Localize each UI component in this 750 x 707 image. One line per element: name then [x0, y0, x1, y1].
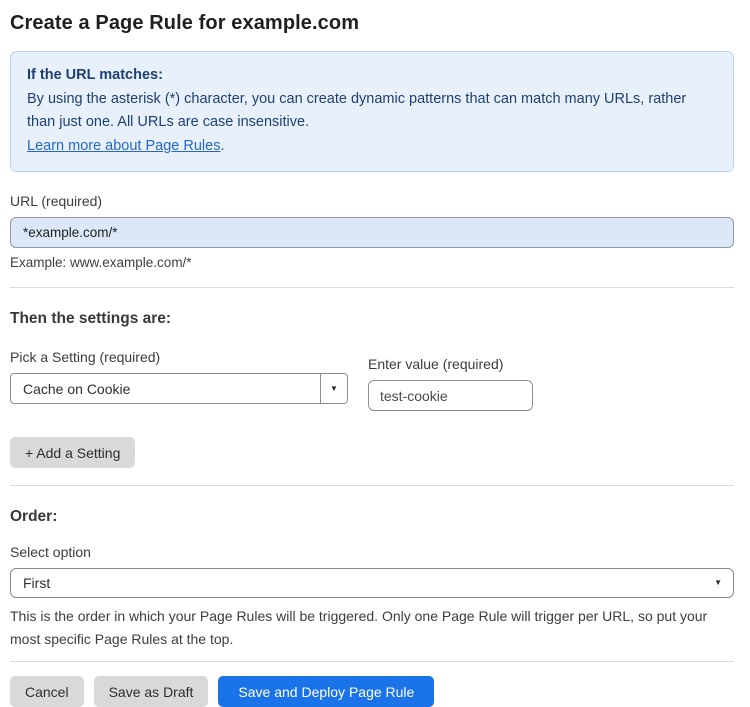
page-title: Create a Page Rule for example.com: [10, 12, 360, 34]
info-box-body: By using the asterisk (*) character, you…: [27, 91, 687, 130]
url-field-label: URL (required): [10, 193, 103, 209]
link-suffix: .: [220, 138, 225, 154]
dropdown-arrow-icon: ▼: [330, 383, 338, 393]
order-select-dropdown[interactable]: First ▼: [10, 568, 734, 598]
learn-more-link[interactable]: Learn more about Page Rules: [27, 138, 220, 154]
settings-row: Pick a Setting (required) Cache on Cooki…: [10, 349, 734, 411]
footer-button-row: Cancel Save as Draft Save and Deploy Pag…: [10, 676, 734, 707]
enter-value-label: Enter value (required): [368, 356, 504, 372]
enter-value-column: Enter value (required): [368, 356, 533, 411]
pick-setting-dropdown-button[interactable]: ▼: [320, 374, 347, 403]
pick-setting-selected-value: Cache on Cookie: [23, 380, 131, 397]
url-example-text: Example: www.example.com/*: [10, 255, 192, 270]
divider: [10, 287, 734, 288]
url-input[interactable]: [10, 217, 734, 248]
order-select-label: Select option: [10, 544, 91, 560]
settings-section-heading: Then the settings are:: [10, 310, 172, 327]
pick-setting-column: Pick a Setting (required) Cache on Cooki…: [10, 349, 348, 404]
save-as-draft-button[interactable]: Save as Draft: [93, 676, 209, 707]
setting-value-input[interactable]: [368, 380, 533, 411]
create-page-rule-form: Create a Page Rule for example.com If th…: [0, 0, 750, 707]
info-box-link-line: Learn more about Page Rules.: [27, 135, 717, 158]
cancel-button[interactable]: Cancel: [10, 676, 84, 707]
save-and-deploy-button[interactable]: Save and Deploy Page Rule: [218, 676, 435, 707]
divider: [10, 661, 734, 662]
add-setting-button[interactable]: + Add a Setting: [10, 437, 136, 468]
order-section-heading: Order:: [10, 508, 58, 525]
pick-setting-dropdown[interactable]: Cache on Cookie ▼: [10, 373, 348, 404]
url-match-info-box: If the URL matches: By using the asteris…: [10, 51, 734, 172]
order-selected-value: First: [23, 575, 51, 591]
pick-setting-label: Pick a Setting (required): [10, 349, 161, 365]
chevron-down-icon: ▼: [714, 578, 722, 587]
info-box-heading: If the URL matches:: [27, 67, 163, 83]
order-help-text: This is the order in which your Page Rul…: [10, 608, 708, 647]
divider: [10, 485, 734, 486]
